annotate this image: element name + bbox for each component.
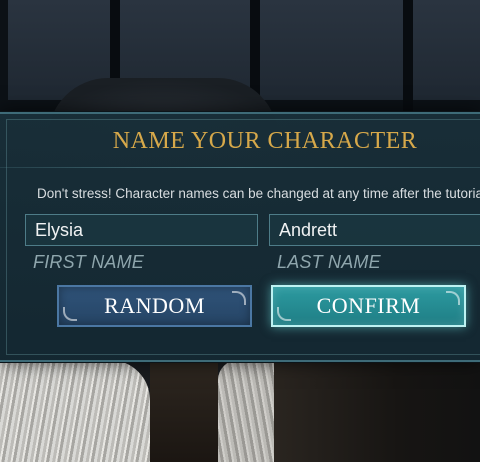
title-divider [0, 167, 480, 168]
name-character-dialog: NAME YOUR CHARACTER Don't stress! Charac… [0, 112, 480, 362]
confirm-button-label: CONFIRM [316, 293, 421, 318]
character-hair [0, 360, 150, 462]
dialog-subtitle: Don't stress! Character names can be cha… [37, 186, 480, 201]
dialog-title: NAME YOUR CHARACTER [112, 128, 418, 154]
window-mullion [403, 0, 413, 112]
character-cloak [274, 360, 480, 462]
confirm-button[interactable]: CONFIRM [271, 285, 466, 327]
last-name-input[interactable] [269, 214, 480, 246]
window-pane [258, 0, 403, 100]
first-name-input[interactable] [25, 214, 258, 246]
last-name-label: LAST NAME [277, 252, 381, 272]
window-pane [411, 0, 480, 100]
random-button[interactable]: RANDOM [57, 285, 252, 327]
random-button-label: RANDOM [104, 293, 205, 318]
first-name-label: FIRST NAME [33, 252, 145, 272]
character-hair [218, 360, 274, 462]
character-cloak [150, 360, 218, 462]
